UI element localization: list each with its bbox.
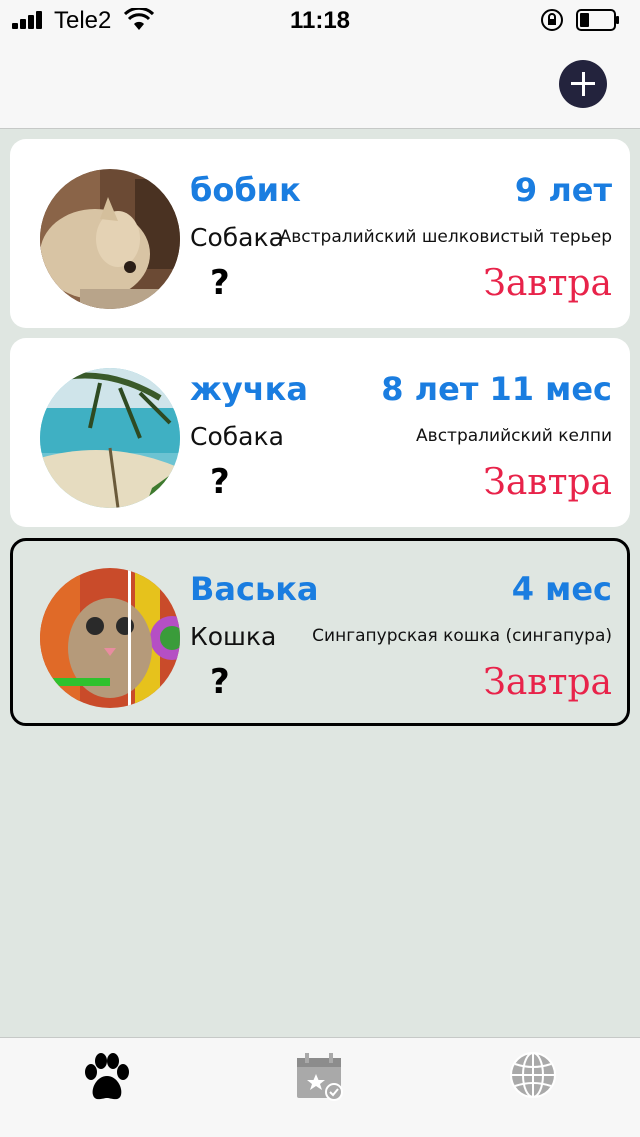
beach-photo-icon (40, 368, 180, 508)
pet-species: Собака (190, 422, 284, 451)
pet-next-event: Завтра (483, 462, 612, 503)
pet-name: бобик (190, 171, 301, 209)
calendar-star-icon (296, 1053, 343, 1101)
battery-icon (576, 9, 619, 31)
pet-next-event: Завтра (483, 263, 612, 304)
pet-species: Собака (190, 223, 284, 252)
pet-age: 8 лет 11 мес (381, 370, 612, 408)
rotation-lock-icon (541, 9, 563, 31)
pet-breed: Австралийский шелковистый терьер (279, 227, 612, 247)
tab-calendar[interactable] (213, 1038, 426, 1137)
pet-avatar (40, 169, 180, 309)
pet-species: Кошка (190, 622, 277, 651)
pet-age: 4 мес (511, 570, 612, 608)
pet-question-mark: ? (210, 462, 230, 502)
dog-photo-icon (40, 169, 180, 309)
pet-card[interactable]: жучка 8 лет 11 мес Собака Австралийский … (10, 338, 630, 527)
pet-name: жучка (190, 370, 308, 408)
pet-card-selected[interactable]: Васька 4 мес Кошка Сингапурская кошка (с… (10, 538, 630, 726)
pet-next-event: Завтра (483, 662, 612, 703)
add-pet-button[interactable] (559, 60, 607, 108)
tab-bar (0, 1037, 640, 1137)
pet-avatar (40, 568, 180, 708)
navigation-bar (0, 40, 640, 129)
cat-photo-icon (40, 568, 180, 708)
pet-age: 9 лет (514, 171, 612, 209)
pet-breed: Сингапурская кошка (сингапура) (312, 626, 612, 646)
pet-question-mark: ? (210, 662, 230, 702)
pet-card[interactable]: бобик 9 лет Собака Австралийский шелкови… (10, 139, 630, 328)
pet-avatar (40, 368, 180, 508)
globe-icon (509, 1052, 556, 1098)
pet-name: Васька (190, 570, 319, 608)
paw-icon (84, 1053, 129, 1100)
pet-breed: Австралийский келпи (416, 426, 612, 446)
pet-question-mark: ? (210, 263, 230, 303)
tab-world[interactable] (426, 1038, 639, 1137)
status-bar: Tele2 11:18 (0, 0, 640, 40)
tab-pets[interactable] (0, 1038, 213, 1137)
